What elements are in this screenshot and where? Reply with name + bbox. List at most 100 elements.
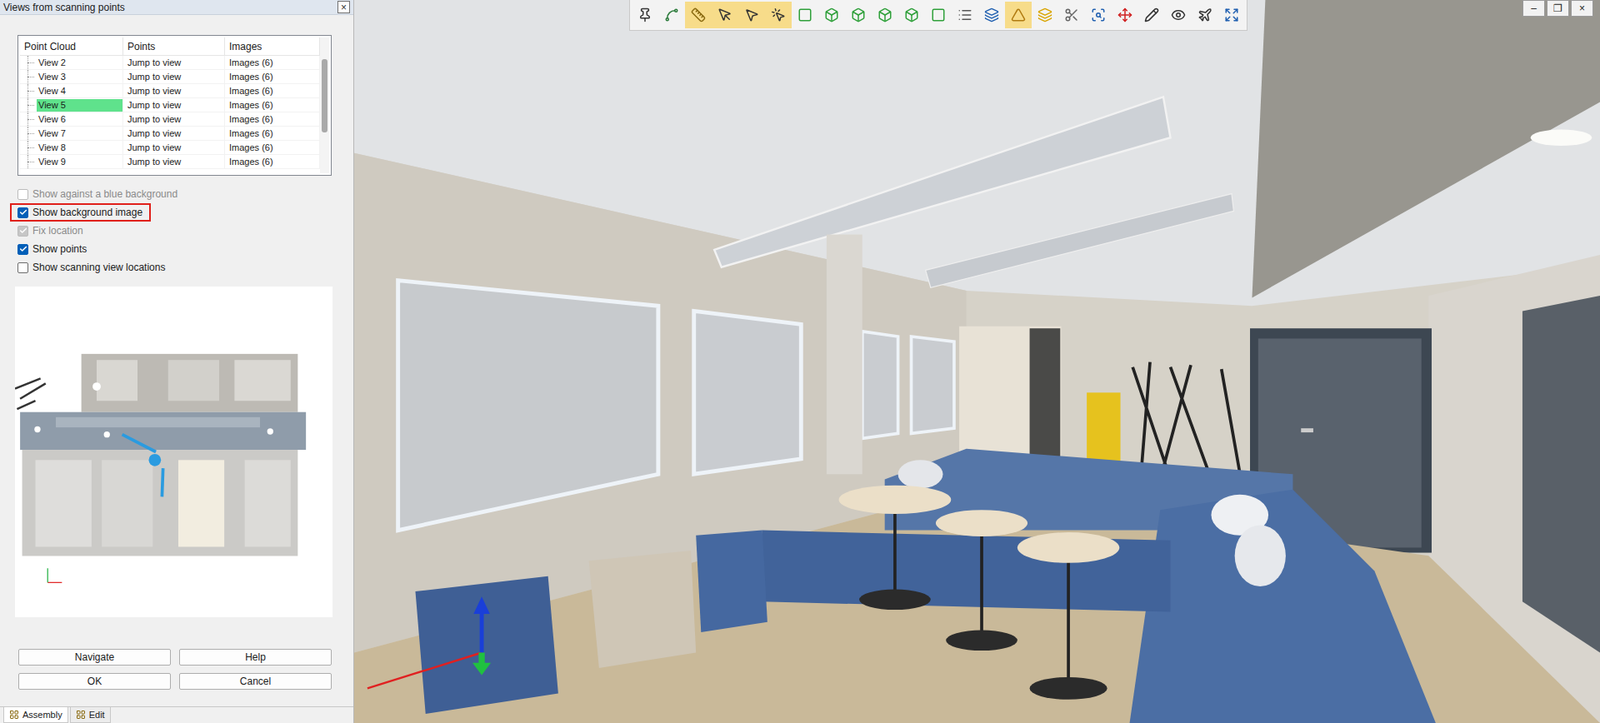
bottom-tabs: AssemblyEdit xyxy=(0,706,354,723)
images-link[interactable]: Images (6) xyxy=(225,112,320,126)
tool-button[interactable] xyxy=(845,1,872,29)
column-header[interactable]: Images xyxy=(225,37,320,55)
view-name[interactable]: View 7 xyxy=(36,127,123,140)
tool-button[interactable] xyxy=(978,1,1005,29)
mini-map[interactable] xyxy=(15,286,333,618)
column-header[interactable]: Point Cloud xyxy=(20,37,124,55)
tool-button[interactable] xyxy=(711,1,739,29)
window-control-button[interactable]: – xyxy=(1522,0,1545,17)
tool-button[interactable] xyxy=(1111,1,1139,29)
table-row[interactable]: View 7Jump to viewImages (6) xyxy=(20,126,320,141)
column-header[interactable]: Points xyxy=(123,37,225,55)
tool-button[interactable] xyxy=(738,1,765,29)
images-link[interactable]: Images (6) xyxy=(225,55,320,70)
jump-link[interactable]: Jump to view xyxy=(123,98,225,112)
point-cloud-viewport[interactable]: –❐× xyxy=(354,0,1600,723)
images-link[interactable]: Images (6) xyxy=(225,126,320,140)
window-controls: –❐× xyxy=(1522,0,1594,17)
tool-button[interactable] xyxy=(951,1,979,29)
close-button[interactable]: × xyxy=(337,0,350,14)
views-table: Point CloudPointsImagesView 2Jump to vie… xyxy=(17,35,332,176)
view-name[interactable]: View 4 xyxy=(36,85,123,98)
table-row[interactable]: View 4Jump to viewImages (6) xyxy=(20,84,320,99)
table-row[interactable]: View 5Jump to viewImages (6) xyxy=(20,98,320,113)
button-grid: Navigate Help OK Cancel xyxy=(18,649,354,690)
tool-button[interactable] xyxy=(1005,1,1032,29)
view-name[interactable]: View 9 xyxy=(36,155,123,169)
tab-icon xyxy=(75,710,86,720)
tool-button[interactable] xyxy=(818,1,845,29)
scroll-thumb[interactable] xyxy=(321,59,328,133)
jump-link[interactable]: Jump to view xyxy=(123,155,225,169)
option-row[interactable]: Show background image xyxy=(10,203,151,222)
tool-button[interactable] xyxy=(1191,1,1219,29)
checkbox[interactable] xyxy=(17,244,29,255)
tool-icon xyxy=(664,7,680,23)
view-name[interactable]: View 5 xyxy=(36,99,123,112)
tool-button[interactable] xyxy=(1085,1,1112,29)
dialog-button[interactable]: OK xyxy=(18,673,171,690)
table-row[interactable]: View 6Jump to viewImages (6) xyxy=(20,112,320,127)
checkbox[interactable] xyxy=(17,207,29,219)
option-label: Show scanning view locations xyxy=(32,261,165,274)
tool-button[interactable] xyxy=(685,1,712,29)
images-link[interactable]: Images (6) xyxy=(225,84,320,98)
window-control-button[interactable]: ❐ xyxy=(1546,0,1570,17)
images-link[interactable]: Images (6) xyxy=(225,155,320,169)
tool-icon xyxy=(1037,7,1053,23)
checkbox xyxy=(17,225,29,237)
window-control-button[interactable]: × xyxy=(1570,0,1594,17)
view-name[interactable]: View 8 xyxy=(36,141,123,155)
jump-link[interactable]: Jump to view xyxy=(123,126,225,140)
bottom-tab[interactable]: Assembly xyxy=(3,707,69,723)
images-link[interactable]: Images (6) xyxy=(225,70,320,84)
tool-button[interactable] xyxy=(631,1,659,29)
tool-button[interactable] xyxy=(1218,1,1245,29)
tool-icon xyxy=(1117,7,1133,23)
tool-button[interactable] xyxy=(765,1,792,29)
tool-button[interactable] xyxy=(898,1,925,29)
bottom-tab[interactable]: Edit xyxy=(70,707,111,723)
tool-button[interactable] xyxy=(1031,1,1059,29)
jump-link[interactable]: Jump to view xyxy=(123,140,225,155)
name-cell: View 7 xyxy=(20,126,124,140)
name-cell: View 5 xyxy=(20,98,124,112)
tool-icon xyxy=(1224,7,1240,23)
toolbar xyxy=(629,0,1248,31)
check-icon xyxy=(19,208,28,217)
dialog-button[interactable]: Help xyxy=(179,649,332,666)
view-name[interactable]: View 2 xyxy=(36,56,123,70)
jump-link[interactable]: Jump to view xyxy=(123,112,225,126)
name-cell: View 2 xyxy=(20,55,124,70)
tool-icon xyxy=(1090,7,1106,23)
tool-button[interactable] xyxy=(1058,1,1085,29)
scrollbar[interactable] xyxy=(320,37,330,174)
option-row[interactable]: Show points xyxy=(10,240,95,259)
table-row[interactable]: View 2Jump to viewImages (6) xyxy=(20,55,320,70)
table-row[interactable]: View 3Jump to viewImages (6) xyxy=(20,70,320,85)
option-row[interactable]: Show scanning view locations xyxy=(10,258,174,277)
view-name[interactable]: View 3 xyxy=(36,70,123,84)
tool-button[interactable] xyxy=(871,1,899,29)
dialog-button[interactable]: Navigate xyxy=(18,649,171,666)
jump-link[interactable]: Jump to view xyxy=(123,55,225,70)
tool-icon xyxy=(984,7,1000,23)
checkbox[interactable] xyxy=(17,262,29,274)
images-link[interactable]: Images (6) xyxy=(225,98,320,112)
name-cell: View 6 xyxy=(20,112,124,126)
tool-button[interactable] xyxy=(1138,1,1165,29)
view-name[interactable]: View 6 xyxy=(36,113,123,126)
dialog-button[interactable]: Cancel xyxy=(179,673,332,690)
images-link[interactable]: Images (6) xyxy=(225,140,320,155)
tool-icon xyxy=(690,7,706,23)
tool-button[interactable] xyxy=(658,1,685,29)
jump-link[interactable]: Jump to view xyxy=(123,84,225,98)
table-row[interactable]: View 8Jump to viewImages (6) xyxy=(20,140,320,155)
tool-button[interactable] xyxy=(925,1,952,29)
table-row[interactable]: View 9Jump to viewImages (6) xyxy=(20,155,320,170)
check-icon xyxy=(19,245,28,254)
tool-button[interactable] xyxy=(1165,1,1192,29)
dialog-title: Views from scanning points xyxy=(3,1,125,14)
jump-link[interactable]: Jump to view xyxy=(123,70,225,84)
tool-button[interactable] xyxy=(791,1,819,29)
